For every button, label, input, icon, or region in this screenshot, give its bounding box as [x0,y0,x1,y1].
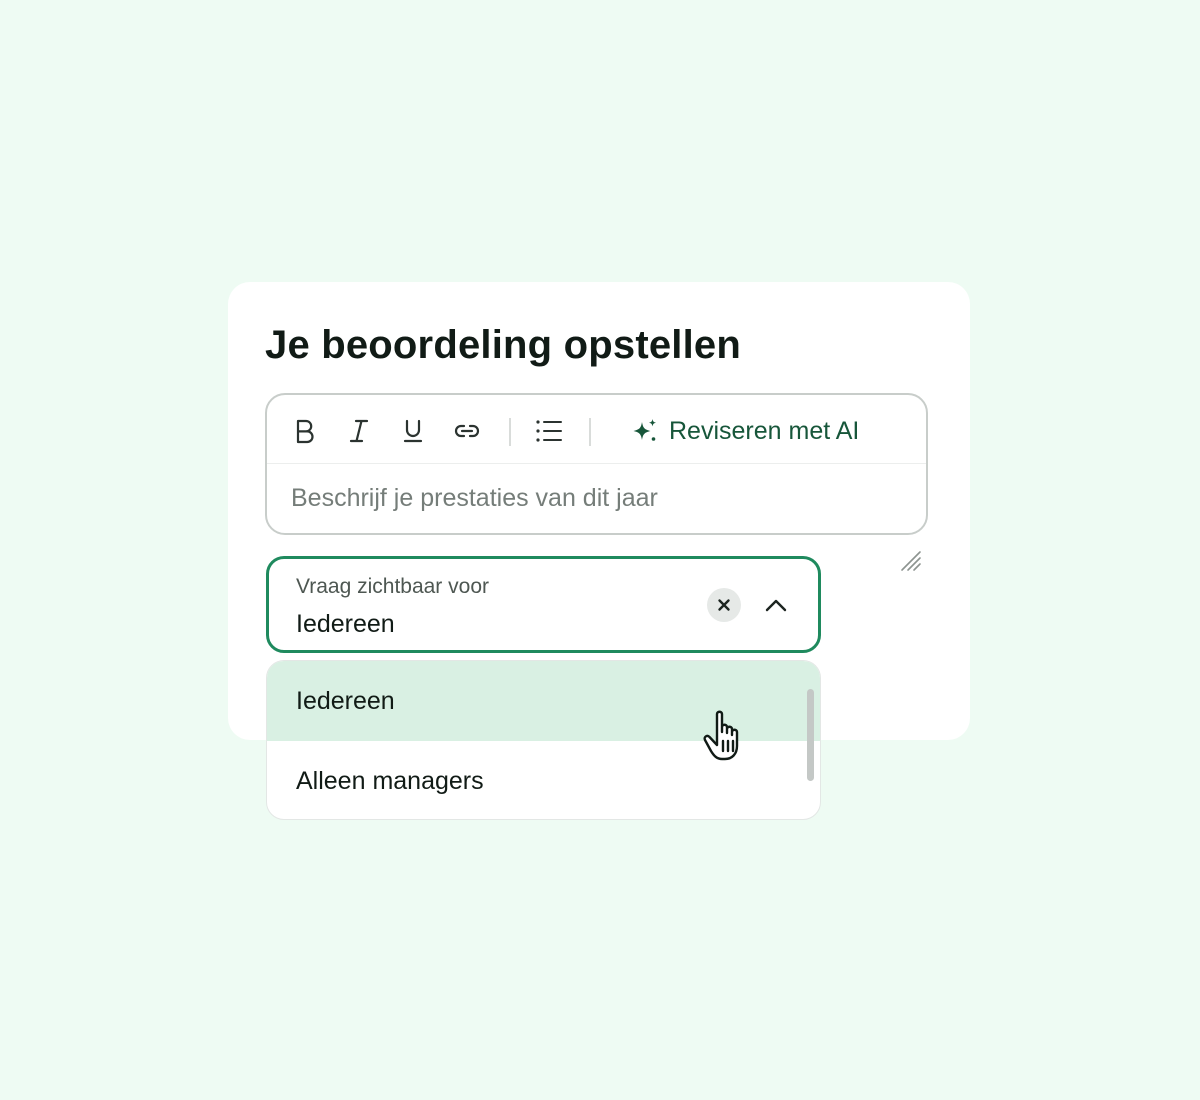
bold-icon [296,419,314,444]
page: Je beoordeling opstellen Reviseren met A… [0,0,1200,1100]
dropdown-scrollbar[interactable] [807,689,814,781]
sparkle-icon [633,419,656,441]
italic-icon [349,419,369,443]
link-icon [454,424,480,438]
bold-button[interactable] [289,415,321,447]
close-icon [718,599,730,611]
rich-text-editor: Reviseren met AI Beschrijf je prestaties… [265,393,928,535]
option-label: Iedereen [296,686,395,715]
toggle-dropdown-button[interactable] [759,588,793,622]
toolbar-divider [589,418,591,446]
visibility-select-label: Vraag zichtbaar voor [296,575,489,598]
clear-selection-button[interactable] [707,588,741,622]
underline-button[interactable] [397,415,429,447]
editor-toolbar: Reviseren met AI [267,395,926,464]
option-label: Alleen managers [296,766,484,795]
visibility-select[interactable]: Vraag zichtbaar voor Iedereen [266,556,821,653]
resize-handle-icon[interactable] [898,548,922,572]
chevron-up-icon [765,599,787,612]
toolbar-divider [509,418,511,446]
editor-placeholder[interactable]: Beschrijf je prestaties van dit jaar [291,483,658,513]
revise-with-ai-label: Reviseren met AI [669,416,860,445]
bulleted-list-icon [536,420,562,442]
revise-with-ai-button[interactable]: Reviseren met AI [631,413,859,449]
page-title: Je beoordeling opstellen [265,323,741,367]
italic-button[interactable] [343,415,375,447]
visibility-select-value: Iedereen [296,610,395,638]
underline-icon [403,419,423,443]
hand-pointer-icon [703,710,739,761]
link-button[interactable] [451,415,483,447]
bulleted-list-button[interactable] [533,415,565,447]
